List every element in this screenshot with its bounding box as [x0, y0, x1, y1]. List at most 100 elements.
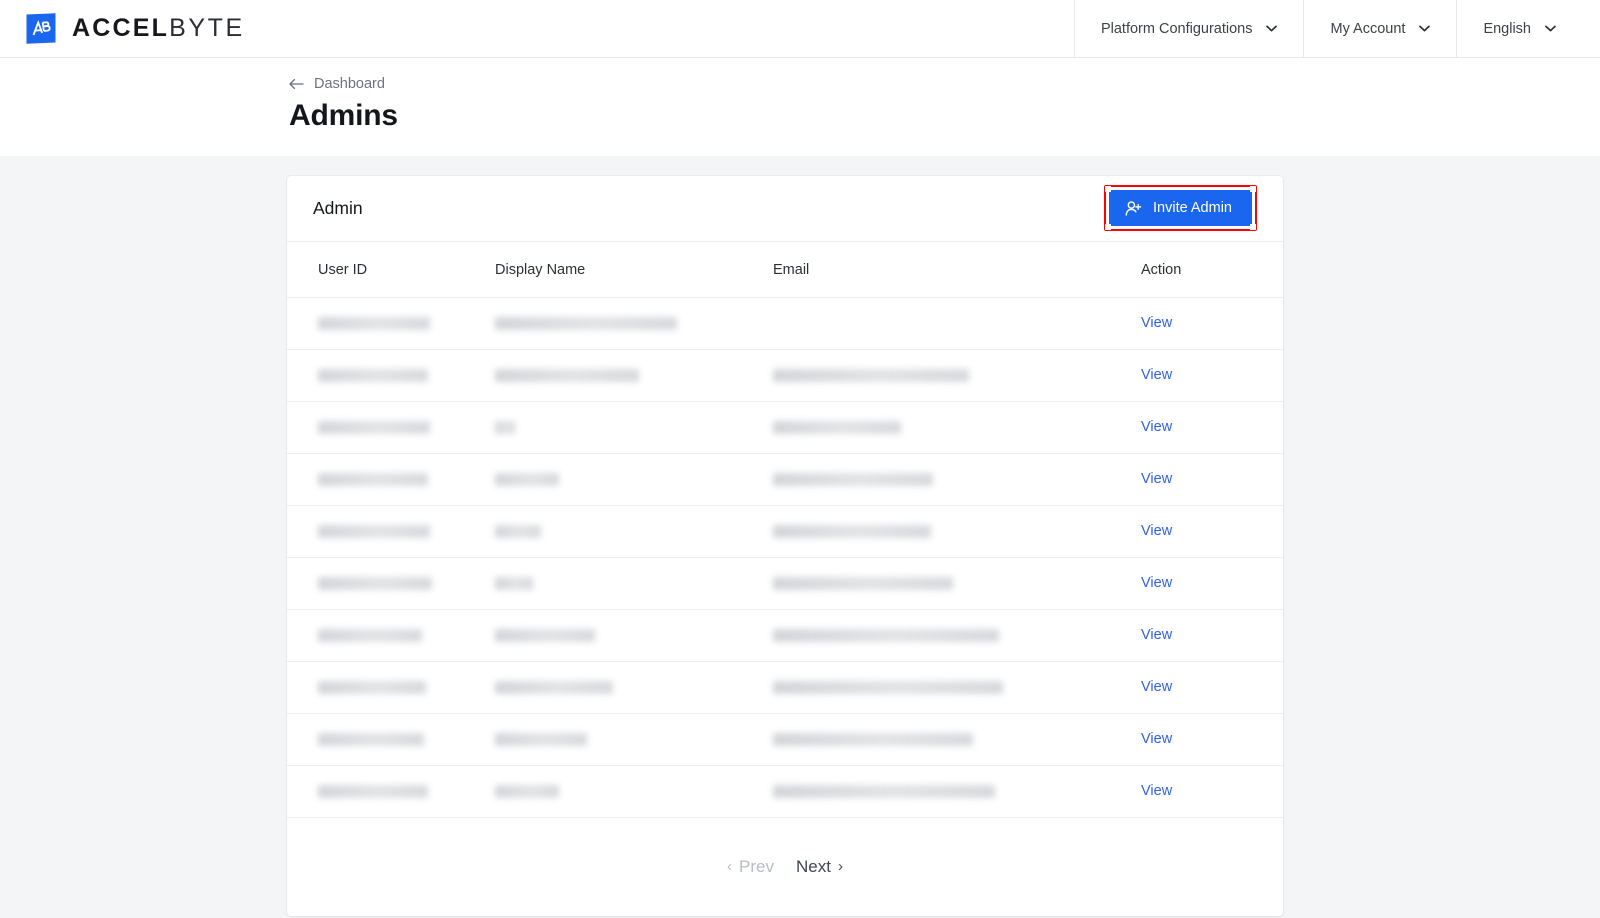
top-navigation-bar: ACCEL BYTE Platform Configurations My Acc… [0, 0, 1600, 58]
view-link[interactable]: View [1141, 471, 1172, 487]
cell-display-name [495, 349, 773, 402]
redacted-value [318, 680, 426, 694]
redacted-value [318, 576, 432, 590]
chevron-right-icon: › [837, 858, 843, 875]
cell-action: View [1141, 661, 1283, 714]
view-link[interactable]: View [1141, 419, 1172, 435]
cell-email [773, 609, 1141, 662]
cell-user-id [287, 713, 495, 766]
admins-table-body: View View View View View View View View View View [287, 297, 1283, 818]
cell-user-id [287, 297, 495, 350]
chevron-down-icon [1266, 25, 1278, 32]
table-row: View [287, 505, 1283, 558]
brand-logo[interactable]: ACCEL BYTE [0, 0, 1074, 57]
nav-item-my-account[interactable]: My Account [1303, 0, 1456, 57]
highlight-corner-bottom-left [1105, 224, 1111, 230]
redacted-value [318, 784, 428, 798]
cell-user-id [287, 505, 495, 558]
cell-user-id [287, 609, 495, 662]
redacted-value [318, 316, 430, 330]
pagination-controls: ‹ Prev Next › [287, 818, 1283, 916]
table-row: View [287, 557, 1283, 610]
redacted-value [495, 368, 639, 382]
redacted-value [773, 732, 973, 746]
redacted-value [495, 628, 595, 642]
cell-user-id [287, 349, 495, 402]
chevron-down-icon [1545, 25, 1556, 32]
view-link[interactable]: View [1141, 315, 1172, 331]
cell-email [773, 349, 1141, 402]
accelbyte-ab-monogram-icon [24, 12, 58, 46]
cell-action: View [1141, 557, 1283, 610]
nav-item-language[interactable]: English [1456, 0, 1600, 57]
column-header-action: Action [1141, 241, 1283, 298]
cell-email [773, 297, 1141, 350]
view-link[interactable]: View [1141, 627, 1172, 643]
view-link[interactable]: View [1141, 731, 1172, 747]
redacted-value [495, 524, 541, 538]
cell-display-name [495, 661, 773, 714]
cell-display-name [495, 505, 773, 558]
cell-email [773, 401, 1141, 454]
cell-display-name [495, 713, 773, 766]
cell-display-name [495, 453, 773, 506]
nav-item-platform-configurations-label: Platform Configurations [1100, 20, 1253, 37]
page-body: Admin Invite Admin User ID Display Name … [0, 155, 1600, 918]
redacted-value [318, 628, 422, 642]
brand-wordmark-bold: ACCEL [72, 14, 170, 42]
cell-email [773, 557, 1141, 610]
page-title: Admins [289, 99, 398, 132]
view-link[interactable]: View [1141, 575, 1172, 591]
redacted-value [318, 732, 424, 746]
table-row: View [287, 661, 1283, 714]
cell-user-id [287, 661, 495, 714]
chevron-down-icon [1419, 25, 1431, 32]
brand-wordmark: ACCEL BYTE [72, 14, 245, 43]
cell-display-name [495, 557, 773, 610]
nav-item-platform-configurations[interactable]: Platform Configurations [1073, 0, 1304, 57]
nav-item-my-account-label: My Account [1330, 20, 1406, 37]
column-header-user-id: User ID [287, 241, 495, 298]
redacted-value [495, 472, 559, 486]
view-link[interactable]: View [1141, 523, 1172, 539]
admins-table-head: User ID Display Name Email Action [287, 241, 1283, 298]
redacted-value [318, 420, 430, 434]
cell-action: View [1141, 349, 1283, 402]
view-link[interactable]: View [1141, 367, 1172, 383]
invite-admin-button[interactable]: Invite Admin [1109, 190, 1252, 226]
breadcrumb-dashboard-link[interactable]: Dashboard [289, 76, 385, 92]
nav-item-language-label: English [1483, 20, 1531, 37]
pagination-next-button[interactable]: Next › [796, 857, 843, 877]
redacted-value [318, 472, 428, 486]
redacted-value [773, 680, 1003, 694]
cell-user-id [287, 557, 495, 610]
table-row: View [287, 713, 1283, 766]
brand-wordmark-light: BYTE [169, 14, 245, 42]
cell-action: View [1141, 401, 1283, 454]
page-header: Dashboard Admins [0, 58, 1600, 156]
cell-action: View [1141, 765, 1283, 818]
redacted-value [495, 316, 677, 330]
view-link[interactable]: View [1141, 783, 1172, 799]
cell-action: View [1141, 609, 1283, 662]
redacted-value [773, 628, 999, 642]
chevron-left-icon: ‹ [727, 858, 733, 875]
admins-table-header-row: User ID Display Name Email Action [287, 241, 1283, 298]
view-link[interactable]: View [1141, 679, 1172, 695]
admin-card-header: Admin Invite Admin [287, 176, 1283, 242]
redacted-value [773, 368, 969, 382]
redacted-value [495, 680, 613, 694]
cell-user-id [287, 453, 495, 506]
table-row: View [287, 349, 1283, 402]
cell-email [773, 661, 1141, 714]
redacted-value [773, 576, 953, 590]
table-row: View [287, 297, 1283, 350]
pagination-prev-label: Prev [739, 856, 774, 876]
cell-display-name [495, 765, 773, 818]
redacted-value [773, 784, 995, 798]
column-header-display-name: Display Name [495, 241, 773, 298]
column-header-email: Email [773, 241, 1141, 298]
admin-card-title: Admin [313, 197, 363, 218]
pagination-prev-button[interactable]: ‹ Prev [727, 857, 774, 877]
cell-action: View [1141, 453, 1283, 506]
